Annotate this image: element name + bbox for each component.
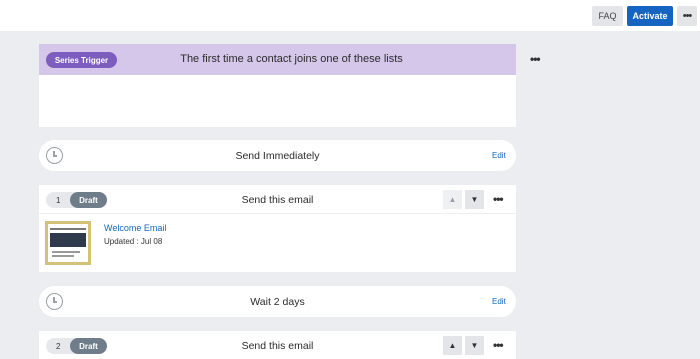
email-more-icon[interactable]: ••• [493,192,504,206]
thumbnail-header-bar [50,228,86,230]
series-trigger-badge: Series Trigger [46,52,117,68]
clock-icon [46,293,63,310]
trigger-title: The first time a contact joins one of th… [180,53,403,65]
more-options-button[interactable]: ••• [677,6,697,26]
trigger-header: Series Trigger The first time a contact … [39,44,541,75]
timing-card-wait: Wait 2 days Edit [39,286,516,317]
timing-label: Wait 2 days [250,296,305,308]
faq-button[interactable]: FAQ [592,6,623,26]
chevron-up-icon: ▲ [448,341,457,350]
move-up-button[interactable]: ▲ [443,190,462,209]
email-more-icon[interactable]: ••• [493,338,504,352]
email-thumbnail[interactable] [45,221,91,265]
move-down-button[interactable]: ▼ [465,190,484,209]
email-step-card: 2 Draft Send this email ▲ ▼ ••• [39,331,516,359]
chevron-down-icon: ▼ [470,195,479,204]
email-name-link[interactable]: Welcome Email [104,223,166,233]
thumbnail-text-line [52,251,80,253]
edit-timing-link[interactable]: Edit [492,151,506,160]
draft-badge: Draft [70,192,107,208]
timing-label: Send Immediately [235,150,320,162]
timing-card-send-immediately: Send Immediately Edit [39,140,516,171]
email-step-header: 1 Draft Send this email ▲ ▼ ••• [39,185,516,214]
top-bar: FAQ Activate ••• [0,0,700,31]
email-step-card: 1 Draft Send this email ▲ ▼ ••• Welcome … [39,185,516,272]
activate-button[interactable]: Activate [627,6,673,26]
email-updated-text: Updated : Jul 08 [104,237,163,246]
move-up-button[interactable]: ▲ [443,336,462,355]
email-step-title: Send this email [241,340,314,352]
chevron-up-icon: ▲ [448,195,457,204]
clock-icon [46,147,63,164]
move-down-button[interactable]: ▼ [465,336,484,355]
email-step-header: 2 Draft Send this email ▲ ▼ ••• [39,331,516,359]
trigger-more-icon[interactable]: ••• [530,52,541,66]
email-thumbnail-preview [48,224,88,262]
email-step-title: Send this email [241,194,314,206]
draft-badge: Draft [70,338,107,354]
edit-timing-link[interactable]: Edit [492,297,506,306]
chevron-down-icon: ▼ [470,341,479,350]
thumbnail-text-line [52,255,74,257]
thumbnail-image [50,233,86,247]
series-trigger-card: Series Trigger The first time a contact … [39,44,541,127]
